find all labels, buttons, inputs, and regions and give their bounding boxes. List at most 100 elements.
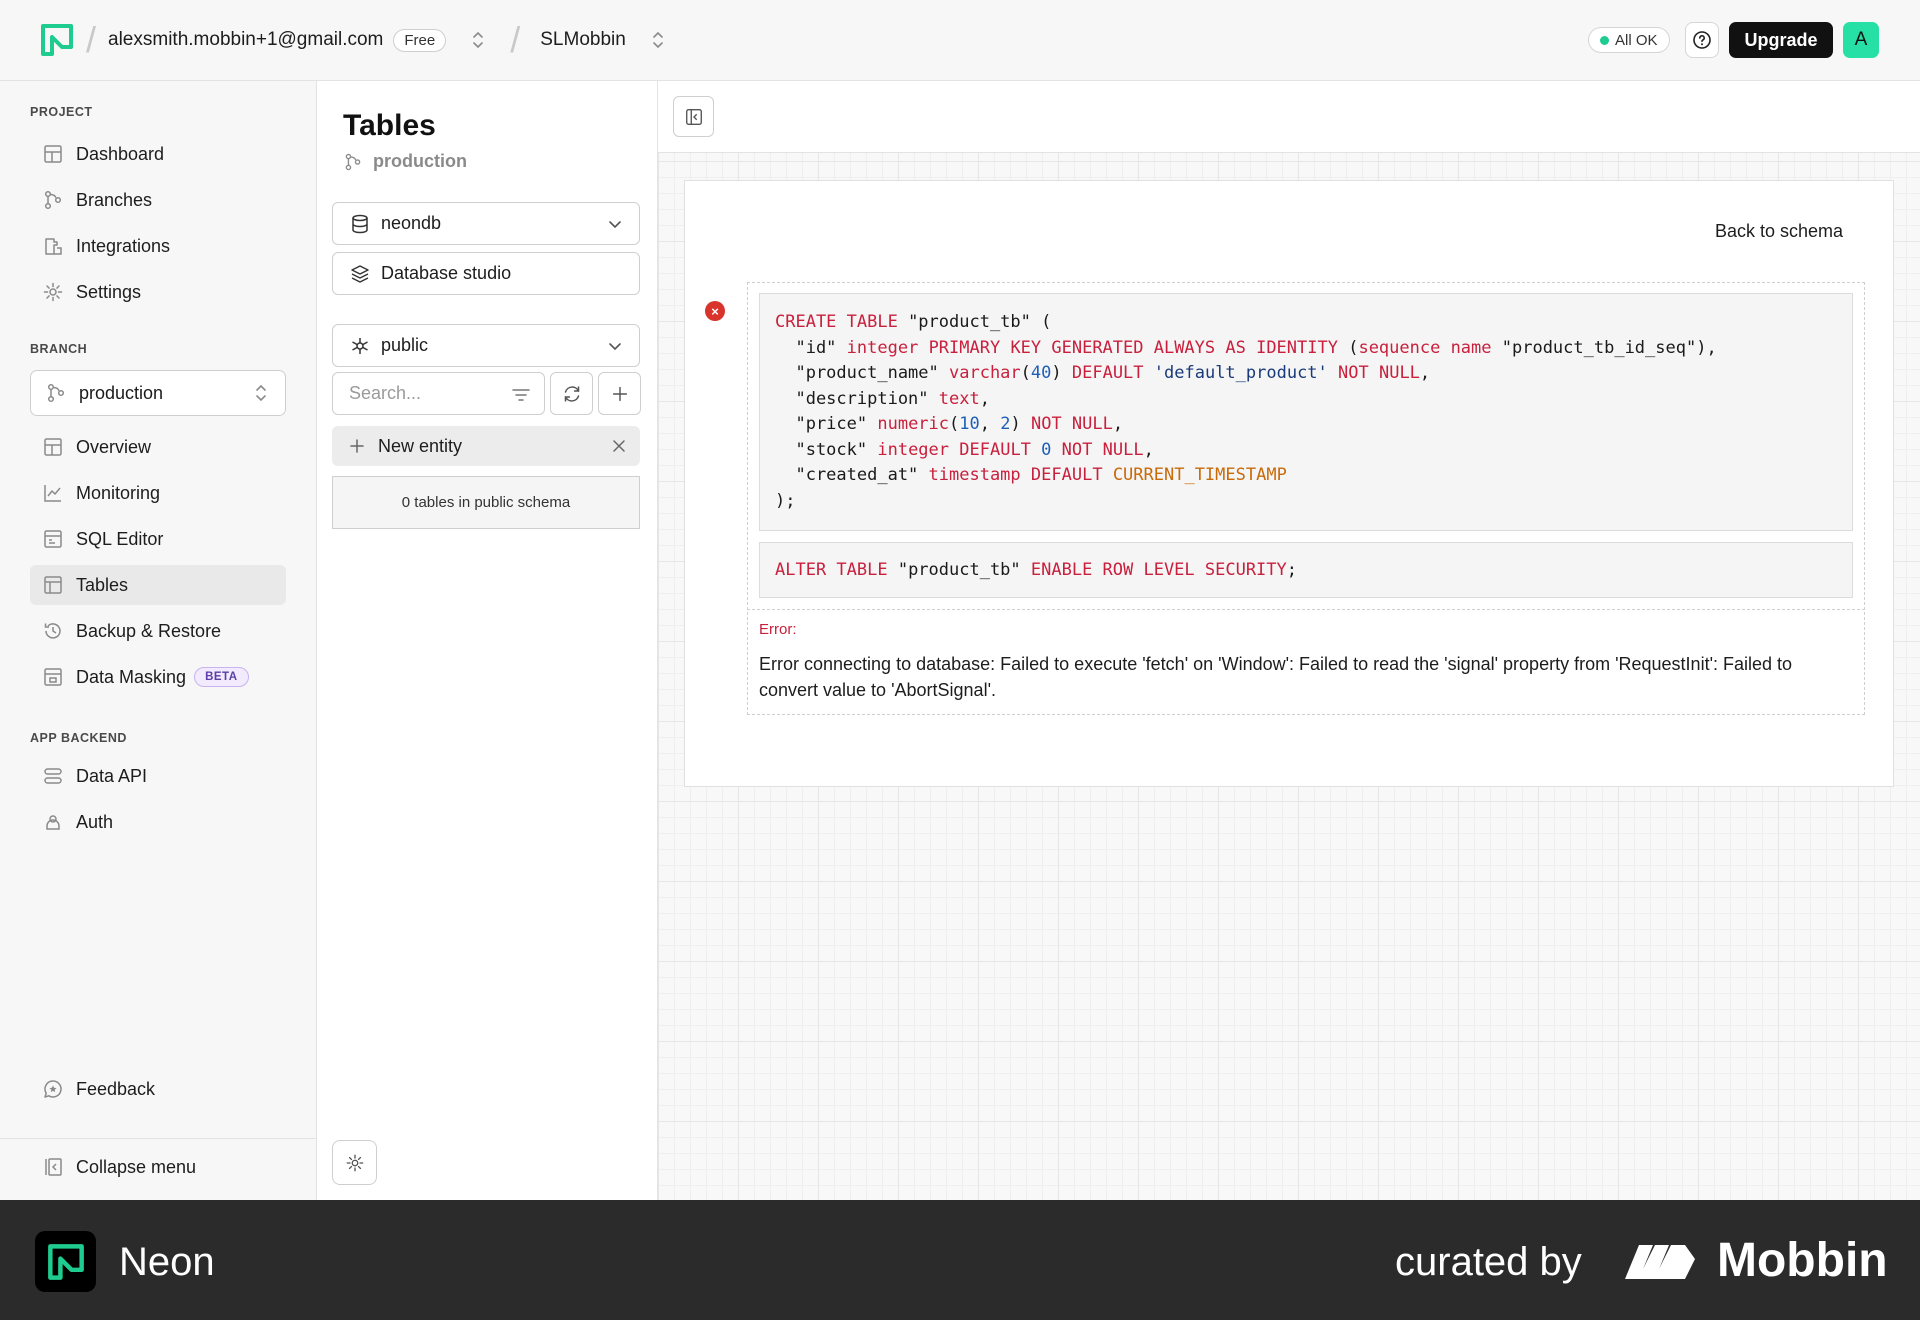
sidebar-item-dashboard[interactable]: Dashboard: [30, 134, 286, 174]
branch-section-heading: BRANCH: [30, 342, 88, 356]
overview-icon: [44, 438, 62, 456]
auth-icon: [46, 815, 60, 830]
plus-icon: [350, 439, 364, 453]
sidebar-item-label: Auth: [76, 811, 114, 832]
tables-count: 0 tables in public schema: [332, 476, 640, 529]
sidebar-item-label: Data Masking: [76, 666, 187, 687]
plus-icon: [612, 386, 627, 401]
status-text: All OK: [1615, 31, 1658, 49]
add-table-button[interactable]: [598, 372, 641, 415]
schema-select-value: public: [381, 335, 429, 355]
sidebar-item-label: Overview: [76, 436, 152, 457]
sidebar-item-label: Backup & Restore: [76, 620, 222, 641]
status-dot: [1600, 35, 1609, 45]
database-studio-label: Database studio: [381, 263, 512, 283]
curated-by-label: curated by: [1395, 1240, 1582, 1284]
sidebar-item-settings[interactable]: Settings: [30, 272, 286, 312]
studio-icon: [351, 264, 369, 283]
sidebar-item-label: Settings: [76, 281, 142, 302]
mobbin-mark-icon: [1625, 1244, 1695, 1279]
plan-badge: Free: [393, 28, 447, 52]
sql-preview-card: Back to schema × CREATE TABLE "product_t…: [684, 180, 1894, 787]
data-masking-icon: [44, 668, 62, 686]
beta-badge: BETA: [194, 667, 249, 687]
sidebar-item-auth[interactable]: Auth: [30, 802, 286, 842]
updown-icon: [256, 384, 266, 402]
gear-icon: [346, 1154, 363, 1171]
database-studio-button[interactable]: Database studio: [332, 252, 640, 295]
panel-settings-button[interactable]: [332, 1140, 377, 1185]
current-branch-label: production: [373, 151, 467, 171]
database-icon: [352, 214, 368, 233]
project-section-heading: PROJECT: [30, 105, 93, 119]
current-branch: production: [343, 151, 467, 172]
sidebar-item-label: Branches: [76, 189, 153, 210]
sidebar-item-tables[interactable]: Tables: [30, 565, 286, 605]
sidebar-item-branches[interactable]: Branches: [30, 180, 286, 220]
refresh-icon: [564, 385, 579, 402]
new-entity-label: New entity: [378, 435, 463, 456]
search-input[interactable]: Search...: [332, 372, 545, 415]
backend-section-heading: APP BACKEND: [30, 731, 127, 745]
data-api-icon: [44, 768, 62, 784]
monitoring-icon: [44, 485, 61, 502]
separator: /: [86, 19, 97, 60]
sidebar-item-label: Monitoring: [76, 482, 161, 503]
integrations-icon: [45, 238, 62, 255]
sidebar-item-data-masking[interactable]: Data Masking BETA: [30, 657, 286, 697]
back-to-schema-button[interactable]: Back to schema: [1715, 221, 1843, 242]
sidebar-item-label: Dashboard: [76, 143, 165, 164]
collapse-icon: [45, 1158, 62, 1176]
schema-select[interactable]: public: [332, 324, 640, 367]
sidebar-item-label: SQL Editor: [76, 528, 164, 549]
account-email[interactable]: alexsmith.mobbin+1@gmail.com: [108, 29, 383, 51]
app-name: Neon: [119, 1240, 215, 1284]
create-table-code: CREATE TABLE "product_tb" ( "id" integer…: [759, 293, 1853, 531]
error-icon: ×: [705, 301, 725, 321]
feedback-icon: [44, 1080, 62, 1098]
feedback-label: Feedback: [76, 1078, 156, 1099]
new-entity-item[interactable]: New entity: [332, 426, 640, 466]
separator: /: [510, 19, 521, 60]
sidebar-item-backup-restore[interactable]: Backup & Restore: [30, 611, 286, 651]
sidebar-item-label: Integrations: [76, 235, 171, 256]
schema-icon: [352, 337, 368, 354]
schema-canvas[interactable]: Back to schema × CREATE TABLE "product_t…: [658, 81, 1920, 1200]
project-name[interactable]: SLMobbin: [540, 29, 626, 51]
backup-icon: [44, 623, 61, 639]
filter-icon[interactable]: [510, 384, 532, 406]
branches-icon: [345, 153, 361, 170]
tables-icon: [44, 576, 62, 594]
dashboard-icon: [44, 145, 62, 163]
sidebar-item-monitoring[interactable]: Monitoring: [30, 473, 286, 513]
canvas-toolbar: [658, 81, 1920, 153]
close-icon[interactable]: [610, 437, 628, 455]
neon-logo-icon[interactable]: [40, 23, 74, 57]
branch-selector[interactable]: production: [30, 370, 286, 416]
help-icon: [1693, 31, 1711, 49]
status-badge[interactable]: All OK: [1588, 27, 1670, 53]
refresh-button[interactable]: [550, 372, 593, 415]
branch-selector-value: production: [79, 382, 164, 403]
branches-icon: [47, 383, 65, 403]
sidebar-item-data-api[interactable]: Data API: [30, 756, 286, 796]
project-switcher-updown-icon[interactable]: [648, 27, 668, 53]
account-switcher-updown-icon[interactable]: [468, 27, 488, 53]
sidebar-item-overview[interactable]: Overview: [30, 427, 286, 467]
upgrade-button[interactable]: Upgrade: [1729, 22, 1833, 58]
sidebar-item-label: Tables: [76, 574, 129, 595]
help-button[interactable]: [1685, 22, 1719, 58]
sidebar-item-sql-editor[interactable]: SQL Editor: [30, 519, 286, 559]
alter-table-code: ALTER TABLE "product_tb" ENABLE ROW LEVE…: [759, 542, 1853, 598]
sidebar-item-integrations[interactable]: Integrations: [30, 226, 286, 266]
error-message: Error connecting to database: Failed to …: [759, 654, 1793, 700]
collapse-menu-button[interactable]: Collapse menu: [30, 1147, 286, 1187]
error-label: Error:: [759, 621, 797, 638]
collapse-panel-button[interactable]: [673, 96, 714, 137]
brand-name: Mobbin: [1717, 1234, 1888, 1287]
divider: [0, 1138, 316, 1139]
divider: [747, 609, 1865, 610]
feedback-button[interactable]: Feedback: [30, 1069, 286, 1109]
database-select[interactable]: neondb: [332, 202, 640, 245]
avatar[interactable]: A: [1843, 22, 1879, 58]
